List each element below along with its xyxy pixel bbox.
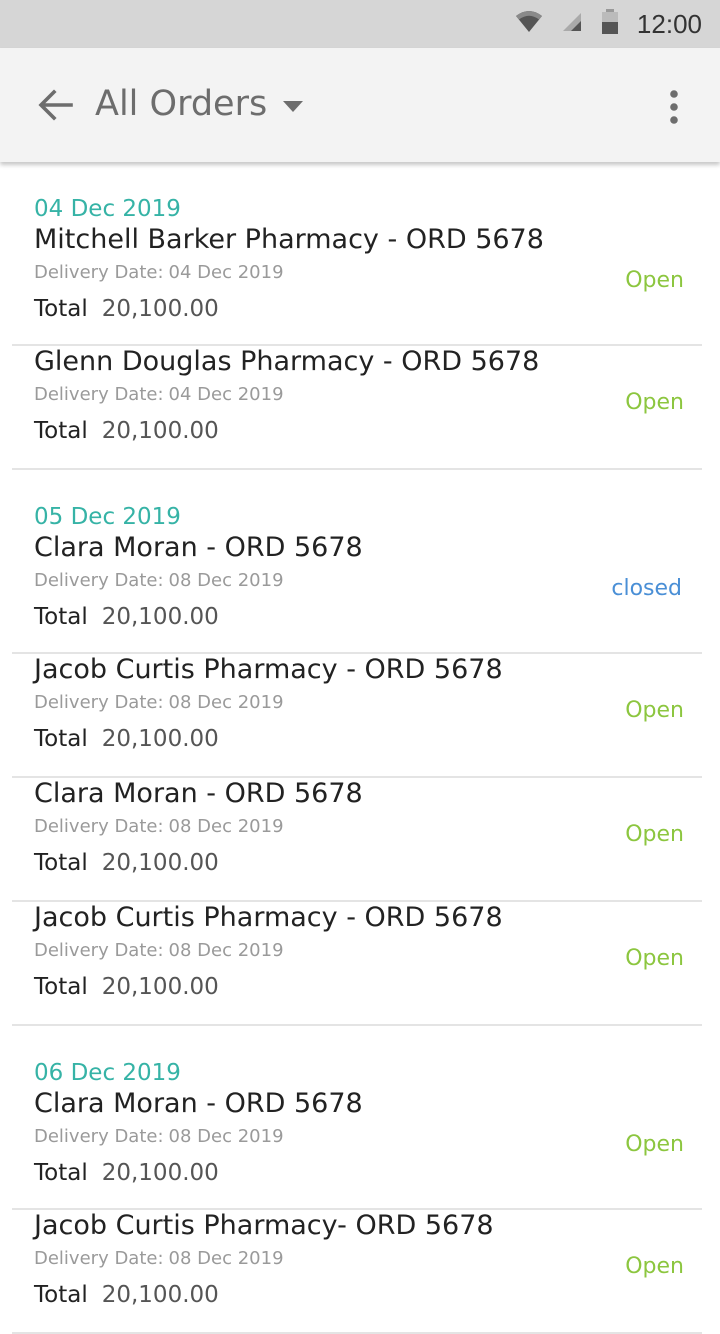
date-group-header: 06 Dec 2019 — [34, 1060, 181, 1086]
delivery-date-line: Delivery Date: 08 Dec 2019 — [34, 570, 284, 592]
arrow-left-icon — [37, 89, 73, 125]
total-value: 20,100.00 — [101, 974, 219, 1000]
delivery-date-label: Delivery Date: — [34, 570, 164, 591]
delivery-date-line: Delivery Date: 08 Dec 2019 — [34, 816, 284, 838]
order-list-item[interactable]: Clara Moran - ORD 5678 Delivery Date: 08 D… — [12, 778, 702, 902]
order-title: Jacob Curtis Pharmacy - ORD 5678 — [34, 654, 503, 685]
caret-down-icon — [283, 98, 303, 117]
delivery-date-value: 08 Dec 2019 — [168, 940, 284, 961]
total-line: Total 20,100.00 — [34, 602, 219, 632]
order-title: Clara Moran - ORD 5678 — [34, 532, 363, 563]
delivery-date-line: Delivery Date: 04 Dec 2019 — [34, 262, 284, 284]
order-list-item[interactable]: Mitchell Barker Pharmacy - ORD 5678 Deliv… — [12, 224, 702, 346]
total-value: 20,100.00 — [101, 1160, 219, 1186]
order-title: Mitchell Barker Pharmacy - ORD 5678 — [34, 224, 544, 255]
signal-icon — [561, 11, 583, 37]
total-line: Total 20,100.00 — [34, 848, 219, 878]
total-line: Total 20,100.00 — [34, 416, 219, 446]
delivery-date-label: Delivery Date: — [34, 384, 164, 405]
delivery-date-line: Delivery Date: 08 Dec 2019 — [34, 940, 284, 962]
order-title: Jacob Curtis Pharmacy- ORD 5678 — [34, 1210, 494, 1241]
delivery-date-label: Delivery Date: — [34, 940, 164, 961]
wifi-icon — [515, 10, 543, 38]
battery-icon — [601, 9, 619, 39]
total-line: Total 20,100.00 — [34, 1158, 219, 1188]
total-label: Total — [34, 418, 88, 444]
total-value: 20,100.00 — [101, 1282, 219, 1308]
delivery-date-value: 08 Dec 2019 — [168, 570, 284, 591]
order-title: Glenn Douglas Pharmacy - ORD 5678 — [34, 346, 540, 377]
order-status: Open — [625, 268, 684, 293]
more-options-button[interactable] — [656, 86, 692, 132]
order-status: Open — [625, 1254, 684, 1279]
delivery-date-label: Delivery Date: — [34, 692, 164, 713]
order-status: Open — [625, 822, 684, 847]
total-label: Total — [34, 1282, 88, 1308]
total-value: 20,100.00 — [101, 726, 219, 752]
delivery-date-line: Delivery Date: 08 Dec 2019 — [34, 1248, 284, 1270]
more-vert-icon — [669, 90, 679, 128]
delivery-date-value: 08 Dec 2019 — [168, 816, 284, 837]
delivery-date-value: 08 Dec 2019 — [168, 1126, 284, 1147]
total-label: Total — [34, 604, 88, 630]
order-status: Open — [625, 946, 684, 971]
order-list-item[interactable]: Glenn Douglas Pharmacy - ORD 5678 Deliver… — [12, 346, 702, 470]
total-line: Total 20,100.00 — [34, 724, 219, 754]
delivery-date-line: Delivery Date: 08 Dec 2019 — [34, 1126, 284, 1148]
status-icons: 12:00 — [515, 0, 702, 48]
delivery-date-line: Delivery Date: 04 Dec 2019 — [34, 384, 284, 406]
status-time: 12:00 — [636, 8, 702, 39]
order-status: closed — [611, 576, 682, 601]
delivery-date-line: Delivery Date: 08 Dec 2019 — [34, 692, 284, 714]
total-label: Total — [34, 974, 88, 1000]
order-status: Open — [625, 1132, 684, 1157]
order-status: Open — [625, 390, 684, 415]
back-button[interactable] — [30, 82, 80, 132]
total-label: Total — [34, 850, 88, 876]
order-list-item[interactable]: Jacob Curtis Pharmacy - ORD 5678 Delivery… — [12, 902, 702, 1026]
order-title: Jacob Curtis Pharmacy - ORD 5678 — [34, 902, 503, 933]
total-value: 20,100.00 — [101, 418, 219, 444]
delivery-date-value: 08 Dec 2019 — [168, 1248, 284, 1269]
orders-list: 04 Dec 2019 Mitchell Barker Pharmacy - OR… — [0, 162, 720, 1334]
delivery-date-value: 04 Dec 2019 — [168, 384, 284, 405]
total-line: Total 20,100.00 — [34, 294, 219, 324]
total-label: Total — [34, 1160, 88, 1186]
app-bar: All Orders — [0, 48, 720, 162]
delivery-date-label: Delivery Date: — [34, 262, 164, 283]
order-list-item[interactable]: Jacob Curtis Pharmacy- ORD 5678 Delivery … — [12, 1210, 702, 1334]
order-title: Clara Moran - ORD 5678 — [34, 1088, 363, 1119]
order-list-item[interactable]: Jacob Curtis Pharmacy - ORD 5678 Delivery… — [12, 654, 702, 778]
page-title: All Orders — [95, 84, 268, 124]
date-group-header: 05 Dec 2019 — [34, 504, 181, 530]
status-bar: 12:00 — [0, 0, 720, 48]
order-title: Clara Moran - ORD 5678 — [34, 778, 363, 809]
delivery-date-label: Delivery Date: — [34, 1126, 164, 1147]
delivery-date-value: 04 Dec 2019 — [168, 262, 284, 283]
total-line: Total 20,100.00 — [34, 972, 219, 1002]
total-label: Total — [34, 296, 88, 322]
delivery-date-label: Delivery Date: — [34, 816, 164, 837]
total-value: 20,100.00 — [101, 604, 219, 630]
date-group-header: 04 Dec 2019 — [34, 196, 181, 222]
delivery-date-value: 08 Dec 2019 — [168, 692, 284, 713]
total-line: Total 20,100.00 — [34, 1280, 219, 1310]
delivery-date-label: Delivery Date: — [34, 1248, 164, 1269]
order-list-item[interactable]: Clara Moran - ORD 5678 Delivery Date: 08 D… — [12, 532, 702, 654]
order-list-item[interactable]: Clara Moran - ORD 5678 Delivery Date: 08 D… — [12, 1088, 702, 1210]
total-label: Total — [34, 726, 88, 752]
order-status: Open — [625, 698, 684, 723]
total-value: 20,100.00 — [101, 296, 219, 322]
total-value: 20,100.00 — [101, 850, 219, 876]
orders-filter-dropdown[interactable] — [278, 92, 308, 122]
